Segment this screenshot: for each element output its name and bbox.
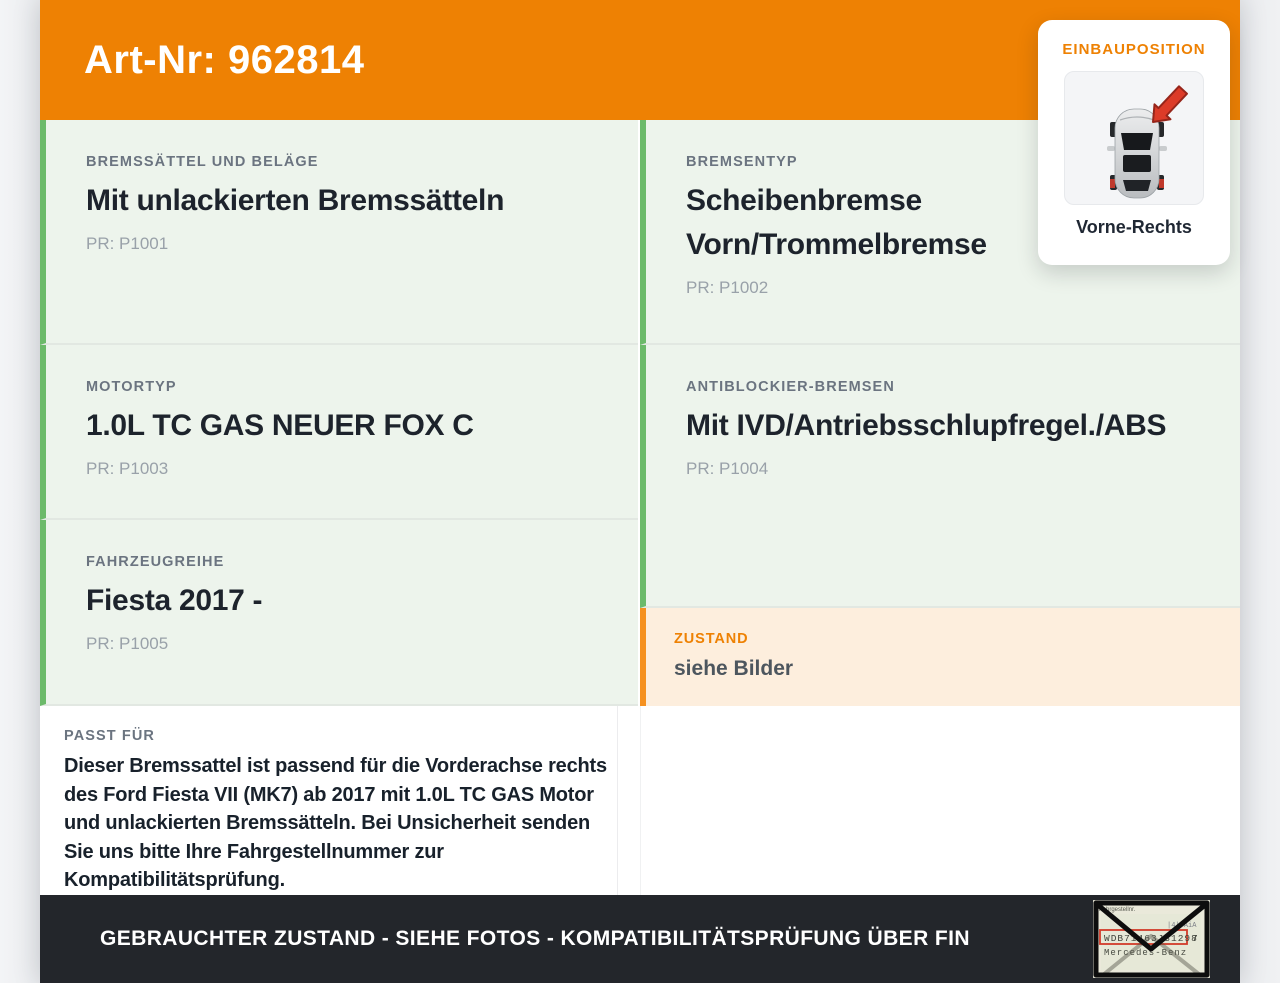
fit-description: Dieser Bremssattel ist passend für die V… bbox=[64, 755, 607, 891]
listing-page: Art-Nr: 962814 BREMSSÄTTEL UND BELÄGE Mi… bbox=[40, 0, 1240, 983]
einbauposition-value: Vorne-Rechts bbox=[1076, 217, 1192, 237]
spec-card-antiblockier: ANTIBLOCKIER-BREMSEN Mit IVD/Antriebssch… bbox=[640, 345, 1240, 608]
spec-pr-code: PR: P1003 bbox=[86, 459, 169, 478]
spec-pr-code: PR: P1002 bbox=[686, 278, 769, 297]
spec-value: Fiesta 2017 - bbox=[86, 584, 263, 617]
spec-value: Mit unlackierten Bremssätteln bbox=[86, 184, 505, 217]
position-image-box bbox=[1064, 71, 1204, 205]
footer-bar: GEBRAUCHTER ZUSTAND - SIEHE FOTOS - KOMP… bbox=[40, 895, 1240, 983]
spec-label: BREMSSÄTTEL UND BELÄGE bbox=[86, 154, 319, 170]
registration-document-envelope-image: Fahrgestellnr. |4| AiA WDB71463J31298 7 … bbox=[1093, 900, 1210, 978]
spec-value: Mit IVD/Antriebsschlupfregel./ABS bbox=[686, 409, 1167, 442]
spec-pr-code: PR: P1005 bbox=[86, 634, 169, 653]
car-sunroof bbox=[1123, 155, 1151, 172]
car-top-view-icon bbox=[1107, 85, 1188, 199]
page-title: Art-Nr: 962814 bbox=[84, 37, 365, 82]
left-column: BREMSSÄTTEL UND BELÄGE Mit unlackierten … bbox=[40, 120, 638, 895]
spec-value: 1.0L TC GAS NEUER FOX C bbox=[86, 409, 474, 442]
fit-card: PASST FÜR Dieser Bremssattel ist passend… bbox=[40, 706, 618, 895]
spec-pr-code: PR: P1001 bbox=[86, 234, 169, 253]
spec-pr-code: PR: P1004 bbox=[686, 459, 769, 478]
spec-label: ANTIBLOCKIER-BREMSEN bbox=[686, 379, 895, 395]
spec-label: ZUSTAND bbox=[674, 631, 749, 647]
spec-value: siehe Bilder bbox=[674, 657, 794, 680]
empty-area bbox=[640, 706, 1240, 895]
spec-label: MOTORTYP bbox=[86, 379, 177, 395]
spec-card-motortyp: MOTORTYP 1.0L TC GAS NEUER FOX C PR: P10… bbox=[40, 345, 638, 520]
spec-card-zustand: ZUSTAND siehe Bilder bbox=[640, 608, 1240, 706]
position-arrow-icon bbox=[1152, 85, 1188, 123]
spec-card-bremssaettel: BREMSSÄTTEL UND BELÄGE Mit unlackierten … bbox=[40, 120, 638, 345]
einbauposition-label: EINBAUPOSITION bbox=[1062, 41, 1206, 58]
car-rear-window bbox=[1123, 180, 1151, 191]
footer-notice: GEBRAUCHTER ZUSTAND - SIEHE FOTOS - KOMP… bbox=[100, 927, 970, 950]
fit-label: PASST FÜR bbox=[64, 728, 155, 744]
einbauposition-card: EINBAUPOSITION Vorne-Rechts bbox=[1038, 20, 1230, 265]
car-windshield bbox=[1121, 133, 1153, 150]
vin-suffix: 7 bbox=[1192, 933, 1198, 944]
spec-label: FAHRZEUGREIHE bbox=[86, 554, 225, 570]
spec-card-fahrzeugreihe: FAHRZEUGREIHE Fiesta 2017 - PR: P1005 bbox=[40, 520, 638, 706]
